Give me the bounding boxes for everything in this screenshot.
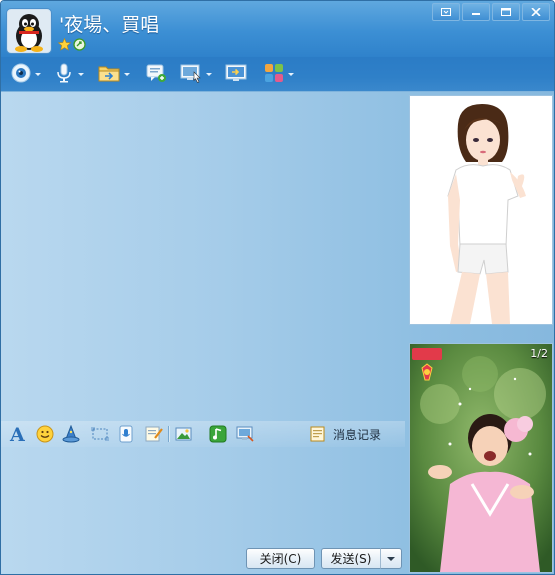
note-icon[interactable]	[144, 425, 164, 443]
title-bar: '夜場、買唱	[1, 1, 554, 57]
message-history-button[interactable]: 消息记录	[309, 425, 387, 443]
message-create-icon	[145, 62, 167, 87]
send-options-button[interactable]	[380, 548, 402, 569]
minimize-icon[interactable]	[462, 3, 490, 21]
image-button[interactable]	[175, 425, 195, 443]
chevron-down-icon	[387, 556, 395, 561]
photo-show-panel[interactable]: 1/2	[409, 343, 553, 573]
chevron-down-icon[interactable]	[35, 72, 41, 76]
message-history-area[interactable]	[1, 92, 405, 418]
magic-icon[interactable]	[61, 425, 81, 443]
microphone-icon	[53, 62, 75, 87]
format-separator-1	[168, 425, 170, 443]
chevron-down-icon[interactable]	[78, 72, 84, 76]
format-toolbar: A 消息记录	[1, 421, 405, 447]
chevron-down-icon[interactable]	[124, 72, 130, 76]
chevron-down-icon[interactable]	[206, 72, 212, 76]
menu-icon[interactable]	[432, 3, 460, 21]
toolbar-file-button[interactable]	[97, 63, 130, 85]
svg-text:A: A	[9, 424, 25, 444]
qq-level-icon[interactable]	[73, 38, 86, 51]
file-transfer-icon	[97, 62, 121, 87]
avatar[interactable]	[7, 9, 51, 53]
avatar-show-panel[interactable]	[409, 95, 553, 325]
apps-icon	[263, 62, 285, 87]
toolbar-video-button[interactable]	[10, 63, 41, 85]
music-icon[interactable]	[209, 425, 227, 443]
toolbar-apps-button[interactable]	[263, 63, 294, 85]
toolbar-voice-button[interactable]	[53, 63, 84, 85]
contact-name: '夜場、買唱	[59, 14, 160, 36]
close-button[interactable]: 关闭(C)	[246, 548, 315, 569]
toolbar-message-button[interactable]	[145, 63, 167, 85]
close-icon[interactable]	[522, 3, 550, 21]
window-controls	[432, 3, 550, 21]
screen-send-button[interactable]	[236, 425, 258, 443]
message-input[interactable]	[1, 448, 405, 543]
screenshot-icon[interactable]	[90, 425, 110, 443]
screen-share-icon	[224, 62, 248, 87]
message-history-label: 消息记录	[333, 427, 382, 442]
toolbar-remote-button[interactable]	[179, 63, 212, 85]
remote-desktop-icon	[179, 62, 203, 87]
toolbar-screen-button[interactable]	[224, 63, 248, 85]
photo-page-indicator: 1/2	[530, 347, 548, 360]
voice-message-icon[interactable]	[117, 425, 135, 443]
chevron-down-icon[interactable]	[288, 72, 294, 76]
photo-show-image	[410, 344, 552, 572]
font-icon[interactable]: A	[8, 424, 28, 444]
status-icons	[57, 37, 86, 51]
send-button[interactable]: 发送(S)	[321, 548, 381, 569]
chat-window: '夜場、買唱 A 消息记录 关闭(C) 发送(S) 1/2	[0, 0, 555, 575]
video-camera-icon	[10, 62, 32, 87]
star-icon[interactable]	[57, 37, 72, 51]
avatar-show-image	[410, 96, 552, 324]
maximize-icon[interactable]	[492, 3, 520, 21]
emoticon-icon[interactable]	[36, 425, 54, 443]
